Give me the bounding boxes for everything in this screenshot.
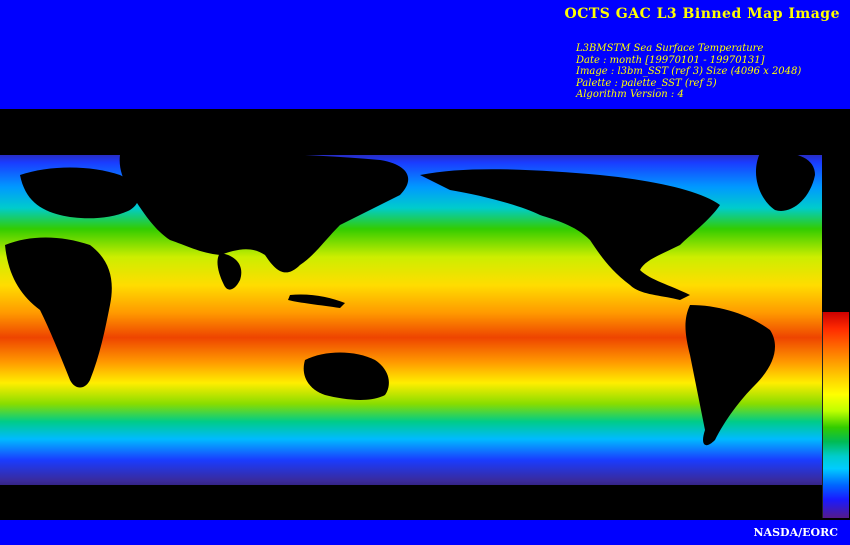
antarctica [0,485,822,495]
meta-algorithm-line: Algorithm Version : 4 [576,89,684,100]
agency-credit: NASDA/EORC [753,526,839,539]
header-bar: OCTS GAC L3 Binned Map Image L3BMSTM Sea… [0,0,850,109]
meta-product-line: L3BMSTM Sea Surface Temperature [576,43,764,54]
sst-world-map [0,145,822,495]
arctic-no-data [0,145,822,155]
footer-bar: NASDA/EORC [0,520,850,545]
temperature-colorbar [822,312,849,518]
meta-image-line: Image : l3bm_SST (ref 3) Size (4096 x 20… [576,66,802,77]
map-title: OCTS GAC L3 Binned Map Image [564,6,840,22]
meta-palette-line: Palette : palette_SST (ref 5) [576,77,717,89]
map-metadata: L3BMSTM Sea Surface Temperature Date : m… [576,43,801,101]
meta-date-line: Date : month [19970101 - 19970131] [576,54,765,66]
